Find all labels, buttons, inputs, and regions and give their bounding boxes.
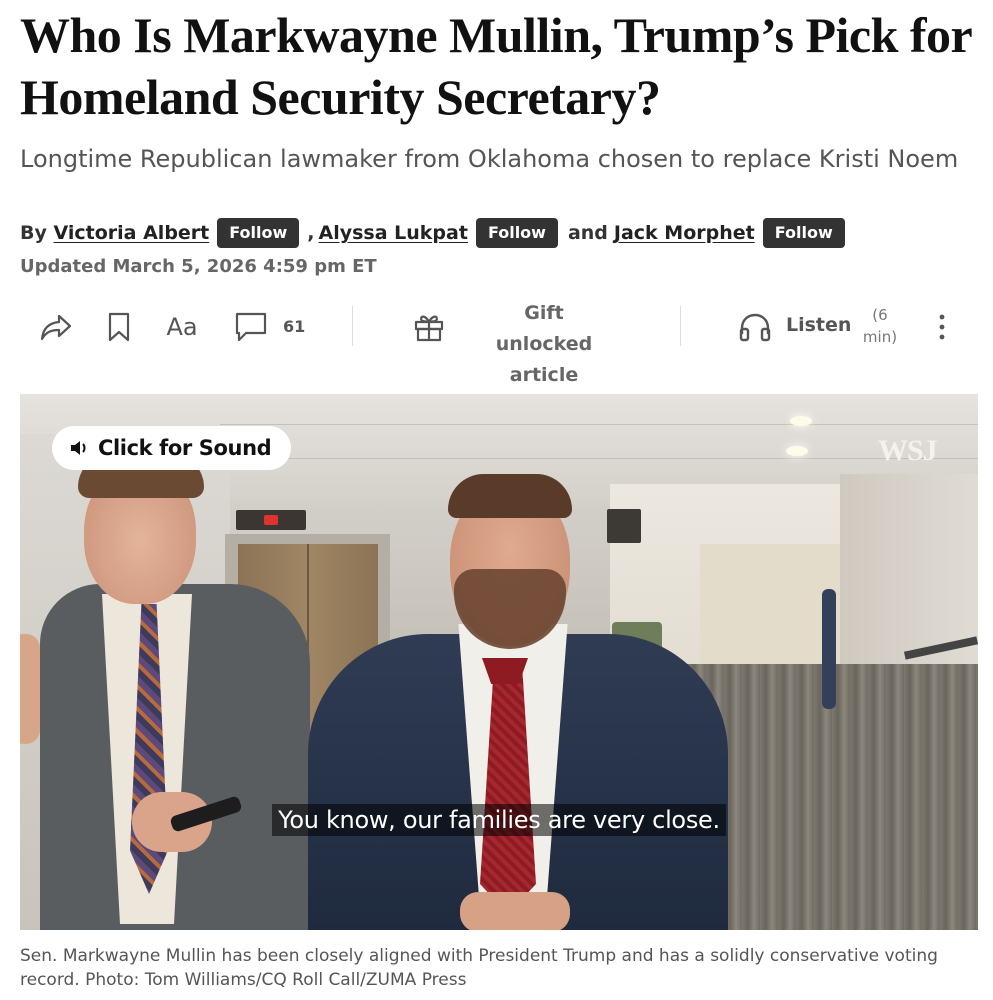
article-headline: Who Is Markwayne Mullin, Trump’s Pick fo… xyxy=(20,7,972,125)
more-vertical-icon[interactable] xyxy=(932,310,952,344)
follow-button-alyssa-lukpat[interactable]: Follow xyxy=(475,218,558,248)
ceiling-tile-line xyxy=(220,424,978,425)
video-person-center-hands xyxy=(460,892,570,930)
toolbar-divider xyxy=(352,306,353,346)
gift-label-line1: Gift unlocked xyxy=(495,302,593,355)
click-for-sound-label: Click for Sound xyxy=(98,436,272,460)
byline-by: By xyxy=(20,222,47,244)
comments-count[interactable]: 61 xyxy=(283,317,305,336)
video-scene-elevator-indicator-light xyxy=(264,515,278,525)
author-link-victoria-albert[interactable]: Victoria Albert xyxy=(54,222,210,244)
listen-duration: (6 min) xyxy=(860,304,900,348)
toolbar-divider xyxy=(680,306,681,346)
video-player[interactable]: Click for Sound WSJ You know, our famili… xyxy=(20,394,978,930)
updated-timestamp: Updated March 5, 2026 4:59 pm ET xyxy=(20,256,377,277)
text-size-button[interactable]: Aa xyxy=(160,310,204,344)
media-caption: Sen. Markwayne Mullin has been closely a… xyxy=(20,946,938,990)
article-toolbar: Aa 61 Gift unlocked article Listen (6 mi… xyxy=(20,296,975,386)
gift-article-button[interactable]: Gift unlocked article xyxy=(474,298,614,391)
wsj-watermark: WSJ xyxy=(878,434,938,467)
article-dek: Longtime Republican lawmaker from Oklaho… xyxy=(20,145,959,173)
byline: By Victoria Albert Follow , Alyssa Lukpa… xyxy=(20,216,980,250)
video-scene-hand xyxy=(20,634,40,744)
listen-duration-line2: min) xyxy=(862,328,898,346)
follow-button-victoria-albert[interactable]: Follow xyxy=(217,218,300,248)
video-subtitle-text: You know, our families are very close. xyxy=(272,804,726,836)
ceiling-tile-line xyxy=(220,458,978,459)
ceiling-light xyxy=(790,416,812,426)
comment-icon[interactable] xyxy=(233,310,269,344)
video-scene-sign xyxy=(607,509,641,543)
bookmark-icon[interactable] xyxy=(106,310,132,344)
listen-duration-line1: (6 xyxy=(872,306,888,324)
gift-label-line2: article xyxy=(509,364,579,386)
video-scene-hallway-wall xyxy=(700,544,840,664)
listen-button[interactable]: Listen xyxy=(786,314,851,336)
speaker-icon xyxy=(71,441,86,455)
author-link-alyssa-lukpat[interactable]: Alyssa Lukpat xyxy=(319,222,468,244)
byline-conjunction: and xyxy=(567,222,608,244)
gift-icon[interactable] xyxy=(412,310,446,344)
headphones-icon[interactable] xyxy=(736,310,774,344)
share-icon[interactable] xyxy=(38,310,74,344)
byline-separator: , xyxy=(307,222,315,244)
author-link-jack-morphet[interactable]: Jack Morphet xyxy=(614,222,755,244)
follow-button-jack-morphet[interactable]: Follow xyxy=(762,218,845,248)
video-scene-passerby xyxy=(822,589,836,709)
video-person-center-hair xyxy=(448,474,572,518)
ceiling-light xyxy=(786,446,808,456)
video-subtitle: You know, our families are very close. xyxy=(20,804,978,836)
click-for-sound-button[interactable]: Click for Sound xyxy=(52,426,292,470)
